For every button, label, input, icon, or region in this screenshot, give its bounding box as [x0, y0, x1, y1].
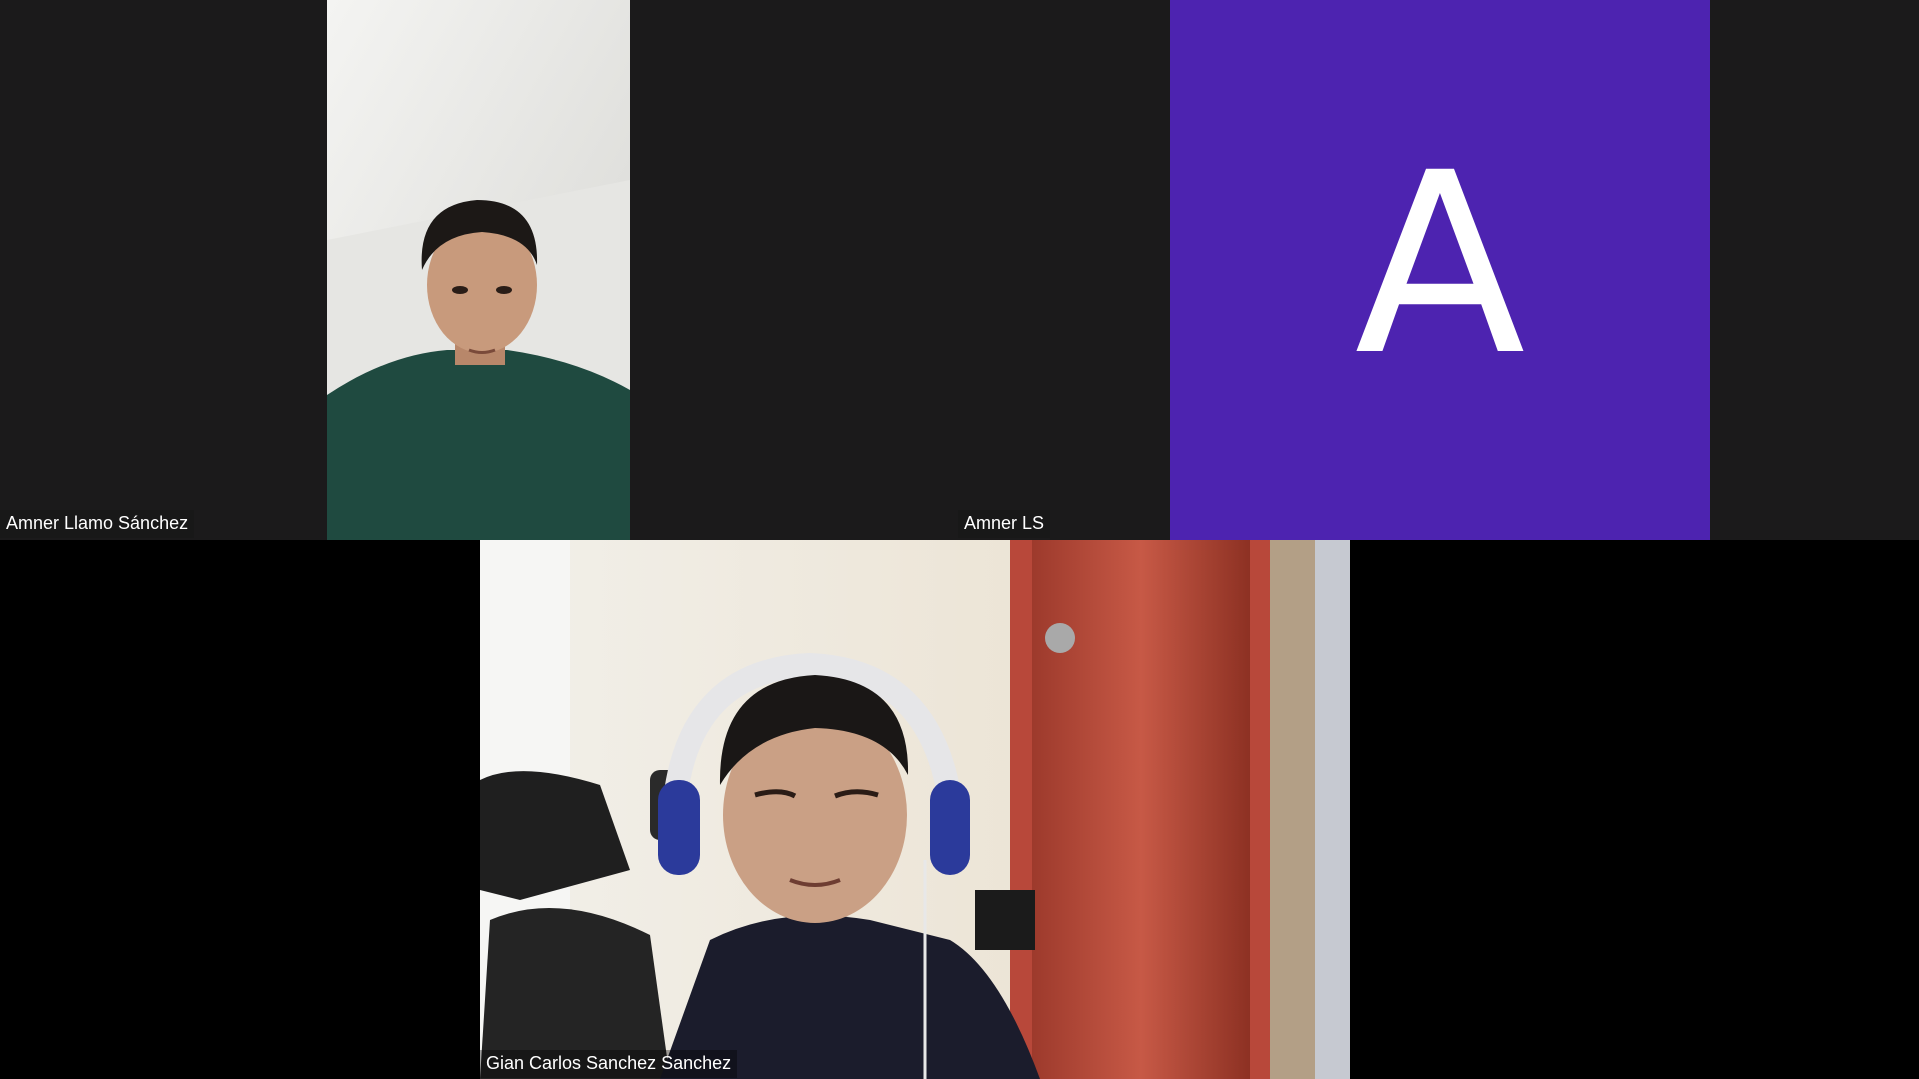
participant-name-label: Amner Llamo Sánchez: [0, 510, 195, 538]
participant-name-label: Gian Carlos Sanchez Sanchez: [480, 1050, 738, 1078]
webcam-image: [327, 0, 630, 540]
participant-avatar: A: [1170, 0, 1710, 540]
webcam-image: [480, 540, 1440, 1079]
participant-video-feed: [480, 540, 1440, 1079]
participant-tile-gian-carlos[interactable]: Gian Carlos Sanchez Sanchez: [0, 540, 1919, 1079]
participant-tile-amner-llamo[interactable]: Amner Llamo Sánchez: [0, 0, 958, 540]
avatar-initial: A: [1354, 119, 1526, 410]
participant-name-label: Amner LS: [958, 510, 1051, 538]
participant-tile-amner-ls[interactable]: A Amner LS: [958, 0, 1919, 540]
participant-video-feed: [327, 0, 630, 540]
